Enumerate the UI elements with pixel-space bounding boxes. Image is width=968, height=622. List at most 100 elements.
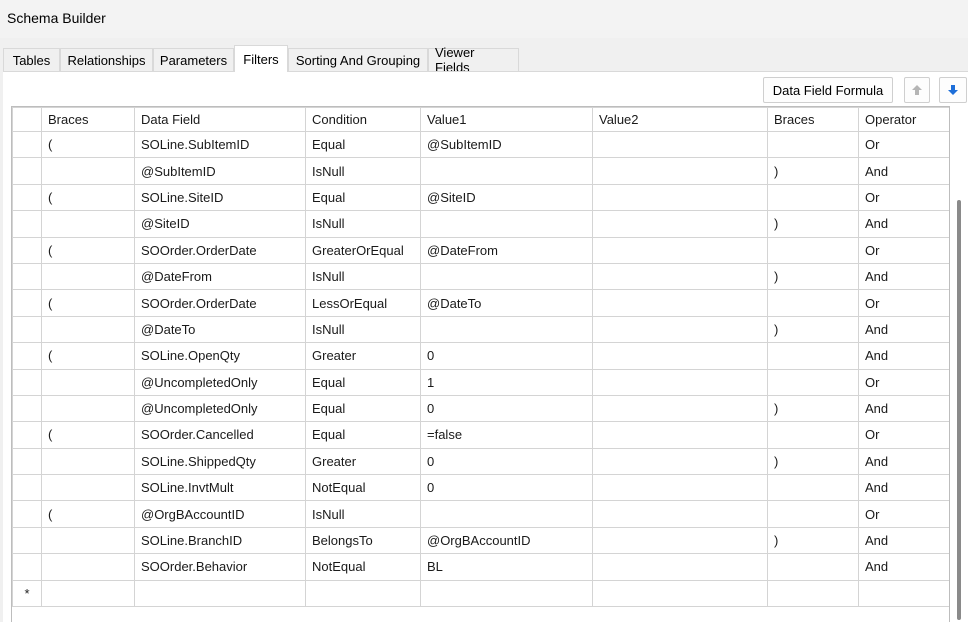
table-row[interactable]: @SiteID IsNull) And: [12, 210, 949, 238]
cell-braces-open[interactable]: (: [41, 500, 135, 528]
cell-condition[interactable]: IsNull: [305, 262, 421, 291]
cell-data-field[interactable]: SOLine.OpenQty: [134, 342, 306, 370]
table-row[interactable]: (SOOrder.OrderDate GreaterOrEqual @DateFro…: [12, 236, 949, 264]
cell-value1[interactable]: [420, 500, 593, 528]
table-row[interactable]: @DateFrom IsNull) And: [12, 262, 949, 291]
tab-viewer-fields[interactable]: Viewer Fields: [428, 45, 519, 75]
row-header[interactable]: [12, 130, 42, 159]
cell-condition[interactable]: LessOrEqual: [305, 289, 421, 317]
cell-value2[interactable]: [592, 315, 768, 344]
vertical-scrollbar[interactable]: [957, 200, 961, 620]
cell-condition[interactable]: Greater: [305, 447, 421, 476]
cell-value1[interactable]: [420, 210, 593, 238]
cell-braces-close[interactable]: [767, 579, 859, 608]
cell-condition[interactable]: Equal: [305, 368, 421, 396]
cell-braces-close[interactable]: [767, 553, 859, 581]
column-header-operator[interactable]: Operator: [858, 107, 949, 132]
row-header[interactable]: [12, 342, 42, 370]
cell-condition[interactable]: NotEqual: [305, 553, 421, 581]
row-header[interactable]: [12, 262, 42, 291]
cell-braces-close[interactable]: [767, 130, 859, 159]
move-down-button[interactable]: [939, 77, 967, 103]
column-header-braces-close[interactable]: Braces: [767, 107, 859, 132]
table-row[interactable]: @SubItemID IsNull) And: [12, 157, 949, 185]
cell-braces-close[interactable]: [767, 421, 859, 449]
cell-data-field[interactable]: SOLine.SiteID: [134, 183, 306, 212]
cell-value1[interactable]: 0: [420, 474, 593, 502]
cell-condition[interactable]: IsNull: [305, 500, 421, 528]
cell-braces-open[interactable]: [41, 157, 135, 185]
cell-data-field[interactable]: SOOrder.Behavior: [134, 553, 306, 581]
cell-operator[interactable]: And: [858, 210, 949, 238]
cell-braces-close[interactable]: [767, 342, 859, 370]
table-row[interactable]: (SOOrder.Cancelled Equal =false Or: [12, 421, 949, 449]
table-row[interactable]: (SOLine.SiteID Equal @SiteID Or: [12, 183, 949, 212]
table-row[interactable]: @UncompletedOnly Equal 0) And: [12, 394, 949, 423]
cell-value2[interactable]: [592, 183, 768, 212]
cell-condition[interactable]: Equal: [305, 183, 421, 212]
cell-value1[interactable]: [420, 315, 593, 344]
cell-operator[interactable]: And: [858, 526, 949, 555]
cell-braces-open[interactable]: (: [41, 236, 135, 264]
cell-data-field[interactable]: SOOrder.Cancelled: [134, 421, 306, 449]
table-row[interactable]: (SOLine.OpenQty Greater 0 And: [12, 342, 949, 370]
table-row[interactable]: SOLine.InvtMult NotEqual 0 And: [12, 474, 949, 502]
cell-data-field[interactable]: @DateTo: [134, 315, 306, 344]
cell-braces-open[interactable]: [41, 210, 135, 238]
cell-braces-close[interactable]: ): [767, 447, 859, 476]
cell-condition[interactable]: NotEqual: [305, 474, 421, 502]
cell-braces-close[interactable]: [767, 500, 859, 528]
cell-operator[interactable]: Or: [858, 236, 949, 264]
cell-value2[interactable]: [592, 157, 768, 185]
cell-data-field[interactable]: SOLine.InvtMult: [134, 474, 306, 502]
table-row[interactable]: SOOrder.Behavior NotEqual BL And: [12, 553, 949, 581]
cell-condition[interactable]: Equal: [305, 421, 421, 449]
cell-operator[interactable]: And: [858, 394, 949, 423]
row-header[interactable]: [12, 394, 42, 423]
row-header[interactable]: [12, 236, 42, 264]
cell-data-field[interactable]: [134, 579, 306, 608]
cell-braces-open[interactable]: [41, 474, 135, 502]
cell-braces-close[interactable]: ): [767, 315, 859, 344]
cell-value2[interactable]: [592, 368, 768, 396]
cell-operator[interactable]: And: [858, 157, 949, 185]
cell-operator[interactable]: And: [858, 262, 949, 291]
cell-value1[interactable]: 1: [420, 368, 593, 396]
column-header-braces-open[interactable]: Braces: [41, 107, 135, 132]
column-header-data-field[interactable]: Data Field: [134, 107, 306, 132]
cell-value1[interactable]: =false: [420, 421, 593, 449]
column-header-value2[interactable]: Value2: [592, 107, 768, 132]
cell-data-field[interactable]: SOLine.SubItemID: [134, 130, 306, 159]
cell-data-field[interactable]: SOOrder.OrderDate: [134, 236, 306, 264]
cell-value2[interactable]: [592, 474, 768, 502]
row-header[interactable]: [12, 368, 42, 396]
cell-condition[interactable]: IsNull: [305, 315, 421, 344]
cell-braces-open[interactable]: [41, 394, 135, 423]
cell-value2[interactable]: [592, 500, 768, 528]
row-header[interactable]: [12, 526, 42, 555]
row-header[interactable]: [12, 157, 42, 185]
cell-braces-open[interactable]: [41, 447, 135, 476]
cell-braces-close[interactable]: [767, 474, 859, 502]
cell-data-field[interactable]: @OrgBAccountID: [134, 500, 306, 528]
row-header[interactable]: [12, 289, 42, 317]
cell-value2[interactable]: [592, 210, 768, 238]
cell-value1[interactable]: @SubItemID: [420, 130, 593, 159]
cell-value1[interactable]: [420, 262, 593, 291]
cell-value1[interactable]: @DateTo: [420, 289, 593, 317]
row-header[interactable]: [12, 553, 42, 581]
cell-braces-open[interactable]: (: [41, 342, 135, 370]
cell-data-field[interactable]: SOLine.BranchID: [134, 526, 306, 555]
cell-braces-open[interactable]: (: [41, 289, 135, 317]
cell-value2[interactable]: [592, 342, 768, 370]
cell-value2[interactable]: [592, 526, 768, 555]
cell-value1[interactable]: @DateFrom: [420, 236, 593, 264]
cell-operator[interactable]: And: [858, 474, 949, 502]
cell-value2[interactable]: [592, 394, 768, 423]
table-row[interactable]: (SOOrder.OrderDate LessOrEqual @DateTo Or: [12, 289, 949, 317]
table-row[interactable]: @UncompletedOnly Equal 1 Or: [12, 368, 949, 396]
cell-data-field[interactable]: @UncompletedOnly: [134, 368, 306, 396]
cell-operator[interactable]: And: [858, 553, 949, 581]
cell-braces-open[interactable]: (: [41, 183, 135, 212]
cell-operator[interactable]: Or: [858, 421, 949, 449]
